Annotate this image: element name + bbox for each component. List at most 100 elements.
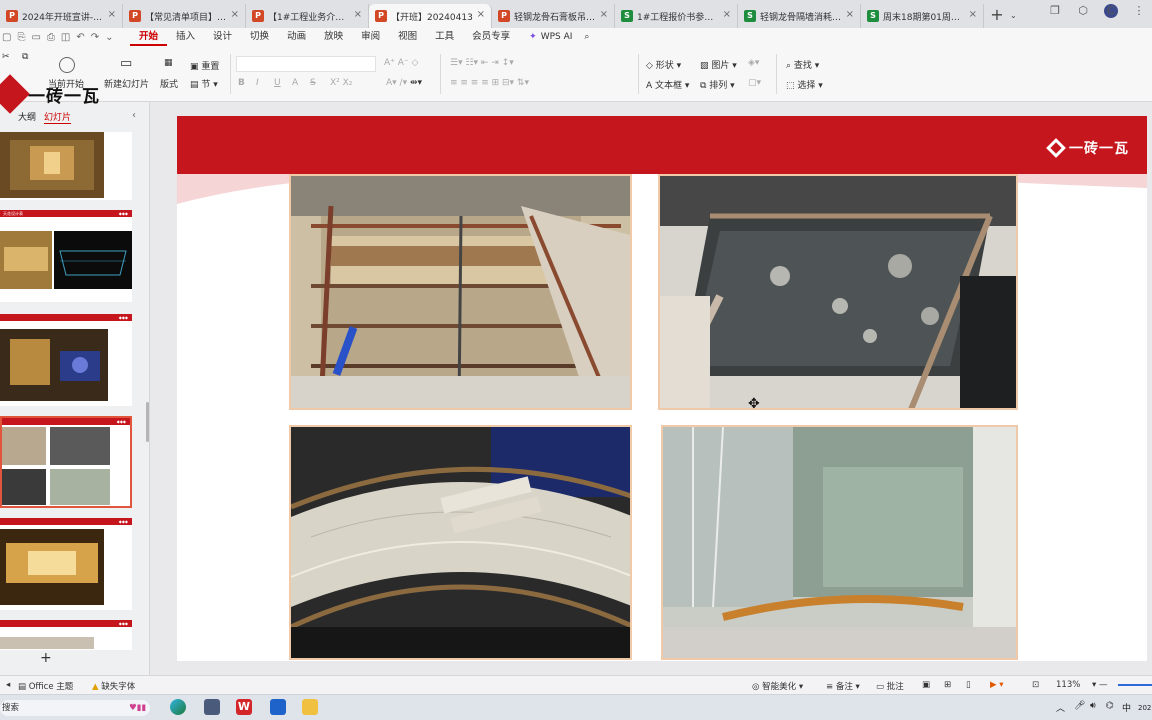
volume-icon[interactable]: 🔊︎ — [1090, 701, 1096, 711]
slide-sorter-icon[interactable]: ⊞ — [944, 680, 951, 690]
italic-icon[interactable]: I — [256, 78, 259, 88]
menu-item[interactable]: 放映 — [315, 28, 352, 46]
close-tab-icon[interactable]: × — [600, 9, 608, 20]
zoom-slider[interactable] — [1118, 684, 1152, 686]
bullet-list-icon[interactable]: ☰▾ ☷▾ ⇤ ⇥ ↕▾ — [450, 58, 514, 68]
font-color-icon[interactable]: A▾ ∕▾ — [386, 78, 407, 88]
arrange-button[interactable]: ⧉ 排列 ▾ — [700, 78, 735, 91]
find-button[interactable]: ⌕ 查找 ▾ — [786, 58, 819, 71]
wps-ai-button[interactable]: ✦ WPS AI ⌕ — [519, 32, 599, 42]
calculator-icon[interactable] — [204, 699, 220, 715]
document-tab[interactable]: P 轻钢龙骨石膏板吊顶工艺 × — [492, 4, 615, 28]
new-slide-icon[interactable]: ▭ — [120, 56, 132, 71]
microphone-icon[interactable]: 🎤︎ — [1074, 701, 1085, 711]
reset-button[interactable]: ▣ 重置 — [190, 59, 219, 72]
outline-icon[interactable]: ▢▾ — [748, 78, 761, 88]
close-tab-icon[interactable]: × — [477, 9, 485, 20]
fill-icon[interactable]: ◈▾ — [748, 58, 759, 68]
notes-button[interactable]: ≡ 备注 ▾ — [826, 680, 860, 692]
close-tab-icon[interactable]: × — [231, 9, 239, 20]
zoom-level[interactable]: 113% — [1056, 680, 1080, 690]
underline-icon[interactable]: U — [274, 78, 281, 88]
normal-view-icon[interactable]: ▣ — [922, 680, 930, 690]
select-button[interactable]: ⬚ 选择 ▾ — [786, 78, 823, 91]
chat-app-icon[interactable] — [270, 699, 286, 715]
close-tab-icon[interactable]: × — [354, 9, 362, 20]
print-icon[interactable]: ⎙ — [47, 32, 55, 43]
ceiling-frame-removed-photo[interactable] — [289, 174, 632, 410]
slide-thumbnail-3[interactable]: ◆◆◆ — [0, 314, 132, 406]
strikethrough-icon[interactable]: S — [310, 78, 316, 88]
menu-item[interactable]: 审阅 — [352, 28, 389, 46]
edge-browser-icon[interactable] — [170, 699, 186, 715]
network-icon[interactable]: ⌬ — [1106, 701, 1114, 711]
menu-item[interactable]: 视图 — [389, 28, 426, 46]
slide-thumbnail-1[interactable] — [0, 132, 132, 200]
bold-icon[interactable]: B — [238, 78, 245, 88]
tab-list-icon[interactable]: ⌄ — [1010, 4, 1026, 28]
restore-icon[interactable]: ❐ — [1048, 4, 1062, 18]
slide-nav-icon[interactable]: ◂ — [6, 680, 10, 690]
taskbar-search[interactable]: 搜索 ♥▮▮ — [0, 700, 150, 716]
menu-item[interactable]: 会员专享 — [463, 28, 519, 46]
glass-curved-frame-photo[interactable] — [661, 425, 1018, 660]
shape-button[interactable]: ◇ 形状 ▾ — [646, 58, 681, 71]
collapse-panel-icon[interactable]: ‹ — [132, 110, 136, 121]
missing-font-indicator[interactable]: ▲ 缺失字体 — [92, 680, 135, 692]
curved-panel-frame-photo[interactable] — [289, 425, 632, 660]
slide-thumbnail-6[interactable]: ◆◆◆ — [0, 620, 132, 650]
layout-button[interactable]: 版式 — [160, 77, 178, 90]
shadow-icon[interactable]: A — [292, 78, 298, 88]
menu-item[interactable]: 工具 — [426, 28, 463, 46]
layout-icon[interactable]: ▦ — [164, 58, 173, 68]
theme-indicator[interactable]: ▤ Office 主题 — [18, 680, 73, 692]
comments-button[interactable]: ▭ 批注 — [876, 680, 904, 692]
smart-beautify-button[interactable]: ◎ 智能美化 ▾ — [752, 680, 803, 692]
document-tab[interactable]: S 1#工程报价书参考2023 × — [615, 4, 738, 28]
font-size-grow-icon[interactable]: A⁺ A⁻ ◇ — [384, 58, 418, 68]
menu-item[interactable]: 动画 — [278, 28, 315, 46]
section-button[interactable]: ▤ 节 ▾ — [190, 77, 218, 90]
avatar[interactable]: C — [1104, 4, 1118, 18]
copy-icon[interactable]: ⧉ — [22, 52, 28, 62]
link-icon[interactable]: ⎘ — [17, 32, 25, 43]
slide-thumbnail-5[interactable]: ◆◆◆ — [0, 518, 132, 610]
document-tab[interactable]: P 【常见清单项目】202404 × — [123, 4, 246, 28]
document-tab[interactable]: P 2024年开班宣讲-稿装修开 × — [0, 4, 123, 28]
close-tab-icon[interactable]: × — [969, 9, 977, 20]
close-tab-icon[interactable]: × — [108, 9, 116, 20]
play-from-current-icon[interactable] — [59, 57, 75, 73]
ime-indicator[interactable]: 中 — [1122, 701, 1131, 714]
fit-window-icon[interactable]: ⊡ — [1032, 680, 1039, 690]
document-tab[interactable]: S 周末18期第01周课堂派 × — [861, 4, 984, 28]
slide-page[interactable]: 一砖一瓦 — [177, 116, 1147, 661]
add-slide-icon[interactable]: + — [40, 650, 52, 666]
search-icon[interactable]: ⌕ — [584, 32, 589, 42]
cut-icon[interactable]: ✂ — [2, 52, 10, 62]
zoom-out-icon[interactable]: ▾ — — [1092, 680, 1107, 690]
textbox-button[interactable]: A 文本框 ▾ — [646, 78, 689, 91]
redo-icon[interactable]: ↷ — [91, 32, 99, 43]
slide-thumbnail-4[interactable]: ◆◆◆ — [0, 416, 132, 508]
close-tab-icon[interactable]: × — [723, 9, 731, 20]
document-tab[interactable]: S 轻钢龙骨隔墙消耗量.xls × — [738, 4, 861, 28]
menu-item[interactable]: 切换 — [241, 28, 278, 46]
more-icon[interactable]: ⋮ — [1132, 4, 1146, 18]
document-tab[interactable]: P 【开班】20240413 × — [369, 4, 492, 28]
preview-icon[interactable]: ◫ — [61, 32, 70, 43]
menu-item[interactable]: 开始 — [130, 28, 168, 46]
file-icon[interactable]: ▢ — [2, 32, 11, 43]
char-spacing-icon[interactable]: ⇹▾ — [410, 78, 422, 88]
align-left-icon[interactable]: ≡ ≡ ≡ ≡ ⊞ ⊟▾ ⇅▾ — [450, 78, 529, 88]
undo-icon[interactable]: ↶ — [76, 32, 84, 43]
document-tab[interactable]: P 【1#工程业务介绍+识图】 × — [246, 4, 369, 28]
chevron-down-icon[interactable]: ⌄ — [105, 32, 113, 43]
picture-button[interactable]: ▨ 图片 ▾ — [700, 58, 737, 71]
reading-view-icon[interactable]: ▯ — [966, 680, 971, 690]
superscript-icon[interactable]: X² X₂ — [330, 78, 352, 88]
wps-office-icon[interactable]: W — [236, 699, 252, 715]
menu-item[interactable]: 设计 — [204, 28, 241, 46]
tab-outline[interactable]: 大纲 — [18, 110, 36, 124]
new-slide-button[interactable]: 新建幻灯片 — [104, 77, 149, 90]
tray-arrow-icon[interactable]: ︿ — [1056, 701, 1065, 714]
